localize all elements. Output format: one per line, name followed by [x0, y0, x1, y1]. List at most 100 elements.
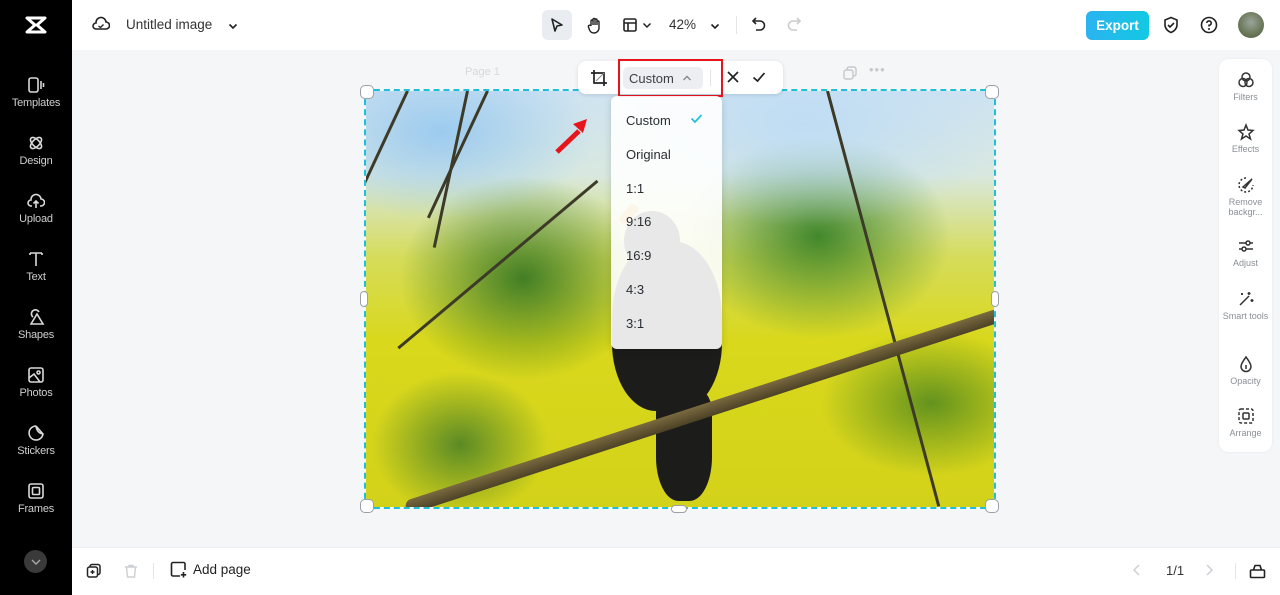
- upload-icon: [27, 193, 45, 208]
- ratio-option-4-3[interactable]: 4:3: [626, 282, 644, 297]
- user-avatar[interactable]: [1238, 12, 1264, 38]
- ratio-option-custom[interactable]: Custom: [626, 113, 671, 128]
- layout-button[interactable]: [617, 10, 657, 40]
- page-manager-icon: [1249, 564, 1266, 579]
- export-button[interactable]: Export: [1086, 11, 1149, 40]
- bottom-bar: Add page 1/1: [72, 547, 1280, 595]
- filters-icon: [1237, 72, 1254, 88]
- sidebar-item-label: Frames: [17, 503, 55, 515]
- chevron-right-icon: [1206, 564, 1214, 576]
- adjust-icon: [1238, 240, 1253, 252]
- confirm-crop-button[interactable]: [752, 70, 766, 89]
- divider: [736, 16, 737, 34]
- cloud-saved-icon[interactable]: [92, 16, 111, 37]
- tool-adjust[interactable]: Adjust: [1219, 237, 1272, 268]
- zoom-dropdown-chevron-icon[interactable]: [710, 18, 720, 36]
- sidebar-item-templates[interactable]: Templates: [0, 76, 72, 126]
- check-icon: [690, 114, 703, 124]
- tool-label: Remove backgr...: [1228, 197, 1263, 217]
- photos-icon: [28, 367, 44, 383]
- page-more-options-icon[interactable]: •••: [869, 62, 886, 77]
- smart-tools-icon: [1238, 292, 1253, 306]
- duplicate-page-button[interactable]: [86, 563, 102, 584]
- sidebar-item-stickers[interactable]: Stickers: [0, 424, 72, 474]
- tool-label: Filters: [1233, 92, 1258, 102]
- check-icon: [752, 72, 766, 83]
- effects-icon: [1236, 123, 1255, 141]
- canvas-area: Page 1 ••• Custom Custom Original 1:1 9:…: [72, 50, 1280, 547]
- chevron-down-icon[interactable]: [228, 18, 238, 36]
- undo-icon: [751, 17, 766, 31]
- resize-handle-left[interactable]: [360, 291, 368, 307]
- tool-filters[interactable]: Filters: [1219, 71, 1272, 102]
- sidebar-more-button[interactable]: [24, 550, 47, 573]
- resize-handle-bottom[interactable]: [671, 505, 687, 513]
- sidebar-item-upload[interactable]: Upload: [0, 192, 72, 242]
- sidebar-item-label: Design: [19, 155, 53, 167]
- annotation-arrow-icon: [555, 119, 587, 154]
- close-icon: [727, 71, 739, 83]
- aspect-ratio-dropdown: Custom Original 1:1 9:16 16:9 4:3 3:1: [611, 96, 722, 349]
- previous-page-button[interactable]: [1132, 563, 1142, 582]
- tool-smart-tools[interactable]: Smart tools: [1219, 290, 1272, 321]
- capcut-logo[interactable]: [0, 0, 72, 50]
- zoom-level[interactable]: 42%: [669, 17, 696, 32]
- top-bar: Untitled image 42% Export: [72, 0, 1280, 50]
- sidebar-item-label: Templates: [11, 97, 61, 109]
- tool-label: Effects: [1231, 144, 1260, 154]
- sidebar-item-design[interactable]: Design: [0, 134, 72, 184]
- shapes-icon: [29, 309, 45, 325]
- tool-arrange[interactable]: Arrange: [1219, 407, 1272, 438]
- sidebar-item-label: Shapes: [17, 329, 55, 341]
- ratio-option-3-1[interactable]: 3:1: [626, 316, 644, 331]
- sidebar-item-shapes[interactable]: Shapes: [0, 308, 72, 358]
- duplicate-page-icon[interactable]: [843, 66, 857, 85]
- remove-background-icon: [1237, 177, 1254, 193]
- undo-button[interactable]: [750, 15, 768, 38]
- shield-check-icon[interactable]: [1162, 16, 1180, 39]
- resize-handle-top-left[interactable]: [360, 85, 374, 99]
- ratio-option-1-1[interactable]: 1:1: [626, 181, 644, 196]
- page-indicator: 1/1: [1166, 563, 1185, 578]
- sidebar-item-text[interactable]: Text: [0, 250, 72, 300]
- resize-handle-bottom-left[interactable]: [360, 499, 374, 513]
- frames-icon: [28, 483, 44, 499]
- next-page-button[interactable]: [1204, 563, 1214, 582]
- ratio-option-original[interactable]: Original: [626, 147, 671, 162]
- select-tool-button[interactable]: [542, 10, 572, 40]
- design-icon: [29, 136, 43, 150]
- cancel-crop-button[interactable]: [726, 70, 740, 89]
- sidebar-item-label: Upload: [19, 213, 53, 225]
- left-sidebar: Templates Design Upload Text Shapes Phot…: [0, 0, 72, 595]
- sidebar-item-photos[interactable]: Photos: [0, 366, 72, 416]
- annotation-highlight-box: [618, 59, 723, 97]
- trash-icon: [125, 564, 137, 578]
- resize-handle-right[interactable]: [991, 291, 999, 307]
- pointer-icon: [551, 18, 563, 32]
- add-page-icon: [170, 561, 187, 578]
- ratio-option-9-16[interactable]: 9:16: [626, 214, 651, 229]
- ratio-option-16-9[interactable]: 16:9: [626, 248, 651, 263]
- help-icon[interactable]: [1200, 16, 1218, 39]
- tool-effects[interactable]: Effects: [1219, 123, 1272, 154]
- hand-icon: [587, 17, 600, 34]
- tool-opacity[interactable]: Opacity: [1219, 355, 1272, 386]
- crop-icon[interactable]: [590, 69, 608, 92]
- document-title[interactable]: Untitled image: [126, 17, 212, 32]
- add-page-button[interactable]: Add page: [170, 561, 251, 578]
- sidebar-item-frames[interactable]: Frames: [0, 482, 72, 532]
- chevron-down-icon: [31, 559, 40, 565]
- tool-label: Opacity: [1230, 376, 1261, 386]
- chevron-down-icon: [642, 22, 652, 29]
- tool-remove-background[interactable]: Remove backgr...: [1219, 176, 1272, 217]
- tool-label: Adjust: [1232, 258, 1258, 268]
- hand-tool-button[interactable]: [580, 10, 610, 40]
- resize-handle-top-right[interactable]: [985, 85, 999, 99]
- page-manager-button[interactable]: [1249, 563, 1266, 584]
- redo-button[interactable]: [785, 15, 803, 38]
- right-tools-panel: Filters Effects Remove backgr... Adjust …: [1219, 59, 1272, 452]
- delete-page-button[interactable]: [123, 563, 139, 584]
- sidebar-item-label: Photos: [19, 387, 53, 399]
- resize-handle-bottom-right[interactable]: [985, 499, 999, 513]
- divider: [1235, 563, 1236, 579]
